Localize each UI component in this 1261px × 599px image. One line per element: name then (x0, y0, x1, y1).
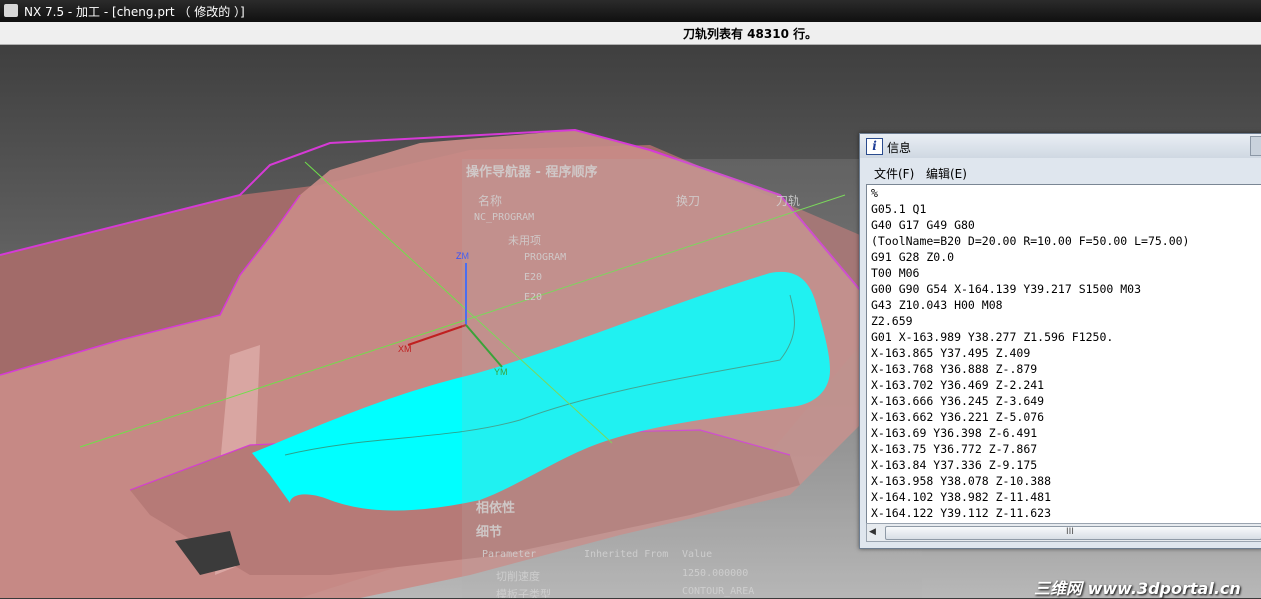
nc-line: G05.1 Q1 (871, 202, 927, 216)
scroll-thumb[interactable]: III (885, 526, 1261, 540)
nc-line: X-163.958 Y38.078 Z-10.388 (871, 474, 1052, 488)
menu-file[interactable]: 文件(F) (874, 165, 914, 182)
nc-line: T00 M06 (871, 266, 920, 280)
nc-line: G01 X-163.989 Y38.277 Z1.596 F1250. (871, 330, 1114, 344)
nc-line: G40 G17 G49 G80 (871, 218, 975, 232)
param-name-speed: 切削速度 (496, 570, 540, 583)
nc-line: X-163.865 Y37.495 Z.409 (871, 346, 1031, 360)
watermark: 三维网 www.3dportal.cn (1034, 579, 1241, 598)
nav-col-path[interactable]: 刀轨 (776, 192, 800, 209)
nc-line: X-163.662 Y36.221 Z-5.076 (871, 410, 1045, 424)
info-caption[interactable]: i 信息 (860, 134, 1261, 158)
nc-line: X-163.69 Y36.398 Z-6.491 (871, 426, 1038, 440)
nav-node-nc-program[interactable]: NC_PROGRAM (474, 212, 534, 223)
nav-section-details[interactable]: 细节 (476, 521, 502, 540)
scroll-grip: III (1066, 527, 1074, 537)
navigator-title: 操作导航器 - 程序顺序 (466, 165, 598, 180)
nav-section-dependency[interactable]: 相依性 (476, 497, 515, 516)
info-horizontal-scrollbar[interactable]: ◀ III (866, 523, 1261, 542)
nav-col-name[interactable]: 名称 (478, 192, 502, 209)
nc-line: X-163.702 Y36.469 Z-2.241 (871, 378, 1045, 392)
nx-logo-icon (4, 4, 18, 17)
title-bar: NX 7.5 - 加工 - [cheng.prt （ 修改的 ）] (0, 0, 1261, 22)
nc-line: X-163.84 Y37.336 Z-9.175 (871, 458, 1038, 472)
param-col-value: Value (682, 549, 713, 560)
param-value-speed: 1250.000000 (682, 568, 749, 579)
info-window[interactable]: i 信息 文件(F) 编辑(E) % G05.1 Q1 G40 G17 G49 … (859, 133, 1261, 549)
status-bar: 刀轨列表有 48310 行。 (0, 22, 1261, 45)
nc-line: G91 G28 Z0.0 (871, 250, 955, 264)
param-col-parameter: Parameter (482, 549, 537, 560)
info-menu-bar: 文件(F) 编辑(E) (864, 162, 1260, 182)
status-message: 刀轨列表有 48310 行。 (683, 27, 818, 41)
nc-line: X-163.666 Y36.245 Z-3.649 (871, 394, 1045, 408)
scroll-left-icon[interactable]: ◀ (869, 527, 876, 537)
nc-line: % (871, 186, 878, 200)
param-value-subtype: CONTOUR_AREA (682, 586, 755, 597)
nc-line: X-163.75 Y36.772 Z-7.867 (871, 442, 1038, 456)
nav-col-toolchange[interactable]: 换刀 (676, 192, 700, 209)
nc-line: G00 G90 G54 X-164.139 Y39.217 S1500 M03 (871, 282, 1142, 296)
nav-node-unused[interactable]: 未用项 (508, 232, 541, 248)
nc-line: X-163.768 Y36.888 Z-.879 (871, 362, 1038, 376)
info-i-icon: i (866, 138, 883, 155)
window-title: NX 7.5 - 加工 - [cheng.prt （ 修改的 ）] (24, 5, 245, 19)
nc-line: (ToolName=B20 D=20.00 R=10.00 F=50.00 L=… (871, 234, 1190, 248)
operation-navigator[interactable]: 操作导航器 - 程序顺序 名称 换刀 刀轨 NC_PROGRAM 未用项 PRO… (462, 159, 922, 598)
axis-label-xm: XM (398, 344, 412, 354)
nc-line: G43 Z10.043 H00 M08 (871, 298, 1003, 312)
nav-node-program[interactable]: PROGRAM (524, 252, 566, 263)
nc-line: X-164.122 Y39.112 Z-11.623 (871, 506, 1052, 520)
info-title: 信息 (887, 141, 912, 155)
nc-line: X-164.102 Y38.982 Z-11.481 (871, 490, 1052, 504)
menu-edit[interactable]: 编辑(E) (926, 165, 967, 182)
info-text-area[interactable]: % G05.1 Q1 G40 G17 G49 G80 (ToolName=B20… (866, 184, 1261, 524)
param-name-subtype: 模板子类型 (496, 588, 551, 598)
nc-line: Z2.659 (871, 314, 913, 328)
nav-node-e20-a[interactable]: E20 (524, 272, 542, 283)
info-close-button[interactable] (1250, 136, 1261, 156)
param-col-inherited: Inherited From (584, 549, 669, 560)
nav-node-e20-b[interactable]: E20 (524, 292, 542, 303)
